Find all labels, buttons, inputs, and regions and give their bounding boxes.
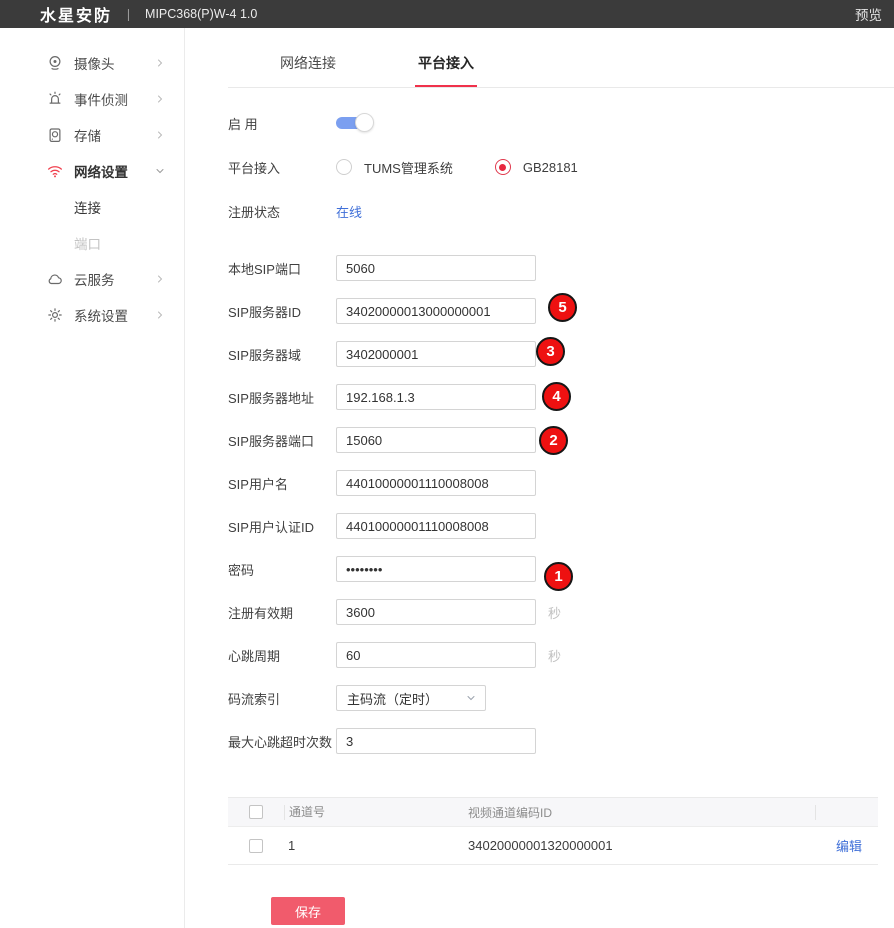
field-label: 本地SIP端口 (228, 259, 336, 278)
annotation-badge-2: 2 (539, 426, 568, 455)
preview-link[interactable]: 预览 (855, 4, 882, 24)
sip-server-domain-input[interactable] (336, 341, 536, 367)
annotation-badge-1: 1 (544, 562, 573, 591)
max-heartbeat-timeout-input[interactable] (336, 728, 536, 754)
sidebar: 摄像头 事件侦测 存储 (0, 28, 185, 928)
tab-platform-access[interactable]: 平台接入 (418, 53, 474, 87)
annotation-badge-4: 4 (542, 382, 571, 411)
chevron-right-icon (154, 57, 166, 69)
tab-bar: 网络连接 平台接入 (228, 28, 894, 88)
field-label: 注册有效期 (228, 603, 336, 622)
alarm-icon (46, 90, 64, 108)
gear-icon (46, 306, 64, 324)
enable-toggle[interactable] (336, 113, 374, 133)
select-all-checkbox[interactable] (249, 805, 263, 819)
field-label: 心跳周期 (228, 646, 336, 665)
sip-server-id-input[interactable] (336, 298, 536, 324)
seconds-unit: 秒 (548, 646, 561, 665)
toggle-knob (355, 113, 374, 132)
password-input[interactable] (336, 556, 536, 582)
channel-cell: 1 (284, 838, 462, 853)
sip-username-input[interactable] (336, 470, 536, 496)
radio-label: TUMS管理系统 (364, 158, 453, 177)
field-label: SIP用户认证ID (228, 517, 336, 536)
sidebar-item-label: 云服务 (74, 269, 154, 289)
chevron-right-icon (154, 309, 166, 321)
camera-icon (46, 54, 64, 72)
seconds-unit: 秒 (548, 603, 561, 622)
sip-server-address-input[interactable] (336, 384, 536, 410)
annotation-badge-5: 5 (548, 293, 577, 322)
sidebar-item-label: 网络设置 (74, 161, 154, 181)
sidebar-item-event-detection[interactable]: 事件侦测 (0, 81, 184, 117)
field-label: 密码 (228, 560, 336, 579)
field-label: SIP用户名 (228, 474, 336, 493)
sidebar-item-cloud-service[interactable]: 云服务 (0, 261, 184, 297)
row-checkbox[interactable] (249, 839, 263, 853)
sidebar-item-label: 系统设置 (74, 305, 154, 325)
field-label: 码流索引 (228, 689, 336, 708)
table-header-row: 通道号 视频通道编码ID (228, 798, 878, 827)
wifi-icon (46, 162, 64, 180)
sidebar-item-port[interactable]: 端口 (0, 225, 184, 261)
local-sip-port-input[interactable] (336, 255, 536, 281)
radio-gb28181[interactable]: GB28181 (495, 159, 578, 175)
chevron-down-icon (154, 165, 166, 177)
field-label: SIP服务器端口 (228, 431, 336, 450)
annotation-badge-3: 3 (536, 337, 565, 366)
sidebar-item-storage[interactable]: 存储 (0, 117, 184, 153)
top-bar: 水星安防 丨 MIPC368(P)W-4 1.0 预览 (0, 0, 894, 28)
sidebar-item-network-settings[interactable]: 网络设置 (0, 153, 184, 189)
edit-link[interactable]: 编辑 (836, 839, 862, 854)
sidebar-item-label: 摄像头 (74, 53, 154, 73)
save-button[interactable]: 保存 (271, 897, 345, 925)
action-column-header (815, 805, 878, 820)
select-value: 主码流（定时） (347, 689, 465, 708)
radio-tums[interactable]: TUMS管理系统 (336, 158, 453, 177)
device-model: MIPC368(P)W-4 1.0 (145, 7, 257, 21)
sidebar-item-system-settings[interactable]: 系统设置 (0, 297, 184, 333)
main-content: 网络连接 平台接入 启 用 平台接入 TUMS管理系统 (185, 28, 894, 928)
radio-circle-icon (495, 159, 511, 175)
brand-divider: 丨 (122, 5, 135, 24)
sidebar-item-camera[interactable]: 摄像头 (0, 45, 184, 81)
reg-status-value: 在线 (336, 202, 362, 221)
cloud-icon (46, 270, 64, 288)
table-row: 1 34020000001320000001 编辑 (228, 827, 878, 864)
field-label: SIP服务器地址 (228, 388, 336, 407)
sidebar-item-label: 端口 (74, 233, 166, 253)
channel-table: 通道号 视频通道编码ID 1 34020000001320000001 编辑 (228, 797, 878, 865)
brand-logo: 水星安防 (40, 2, 112, 26)
chevron-right-icon (154, 273, 166, 285)
field-label: SIP服务器域 (228, 345, 336, 364)
video-id-column-header: 视频通道编码ID (462, 804, 815, 821)
radio-circle-icon (336, 159, 352, 175)
video-id-cell: 34020000001320000001 (462, 838, 815, 853)
chevron-down-icon (465, 692, 477, 704)
sidebar-item-label: 存储 (74, 125, 154, 145)
storage-icon (46, 126, 64, 144)
field-label: SIP服务器ID (228, 302, 336, 321)
field-label: 最大心跳超时次数 (228, 732, 336, 751)
tab-network-connection[interactable]: 网络连接 (280, 53, 336, 87)
platform-radio-group: TUMS管理系统 GB28181 (336, 158, 620, 177)
sip-server-port-input[interactable] (336, 427, 536, 453)
heartbeat-period-input[interactable] (336, 642, 536, 668)
reg-status-label: 注册状态 (228, 202, 336, 221)
sip-auth-id-input[interactable] (336, 513, 536, 539)
radio-label: GB28181 (523, 160, 578, 175)
enable-label: 启 用 (228, 114, 336, 133)
reg-validity-input[interactable] (336, 599, 536, 625)
channel-column-header: 通道号 (284, 805, 462, 820)
sidebar-item-label: 事件侦测 (74, 89, 154, 109)
chevron-right-icon (154, 93, 166, 105)
stream-index-select[interactable]: 主码流（定时） (336, 685, 486, 711)
sidebar-item-label: 连接 (74, 197, 166, 217)
platform-access-form: 启 用 平台接入 TUMS管理系统 GB28181 (185, 101, 894, 925)
chevron-right-icon (154, 129, 166, 141)
platform-label: 平台接入 (228, 158, 336, 177)
sidebar-item-connection[interactable]: 连接 (0, 189, 184, 225)
